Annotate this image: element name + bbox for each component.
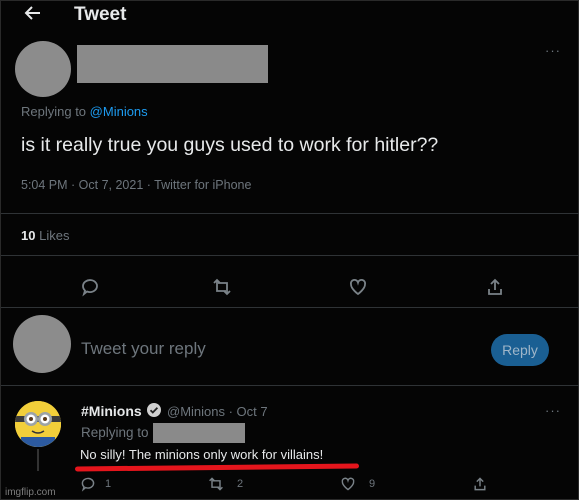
retweet-icon[interactable]	[211, 276, 233, 298]
avatar	[13, 315, 71, 373]
redacted-username	[153, 423, 245, 443]
reply-text: No silly! The minions only work for vill…	[80, 447, 324, 462]
minion-avatar[interactable]	[15, 401, 61, 447]
verified-badge-icon	[147, 403, 161, 417]
mention-link[interactable]: @Minions	[90, 104, 148, 119]
replying-prefix: Replying to	[21, 104, 87, 119]
reply-count: 1	[105, 478, 112, 490]
thread-line	[37, 449, 39, 471]
share-icon[interactable]	[484, 276, 506, 298]
share-icon[interactable]	[471, 475, 489, 493]
divider	[1, 255, 579, 256]
more-dots-icon[interactable]: ···	[545, 43, 561, 58]
reply-button[interactable]: Reply	[491, 334, 549, 366]
back-arrow-icon[interactable]	[21, 3, 45, 27]
more-dots-icon[interactable]: ···	[545, 403, 561, 418]
divider	[1, 385, 579, 386]
tweet-timestamp[interactable]: 5:04 PM · Oct 7, 2021 · Twitter for iPho…	[21, 178, 251, 192]
divider	[1, 213, 579, 214]
heart-icon[interactable]	[339, 475, 357, 493]
page-title: Tweet	[74, 4, 127, 25]
replying-to: Replying to @Minions	[21, 104, 148, 119]
reply-author-name[interactable]: #Minions	[81, 403, 142, 419]
likes-count: 10	[21, 228, 36, 243]
reply-icon[interactable]	[79, 276, 101, 298]
red-underline	[74, 463, 360, 472]
reply-icon[interactable]	[79, 475, 97, 493]
likes-stat[interactable]: 10 Likes	[21, 228, 69, 243]
tweet-text: is it really true you guys used to work …	[21, 134, 439, 156]
avatar[interactable]	[15, 41, 71, 97]
minion-logo-icon	[15, 401, 61, 447]
likes-label: Likes	[39, 228, 70, 243]
reply-input[interactable]: Tweet your reply	[81, 339, 206, 359]
heart-icon[interactable]	[347, 276, 369, 298]
tweet-page: Tweet ··· Replying to @Minions is it rea…	[0, 0, 579, 500]
retweet-count: 2	[237, 478, 244, 490]
watermark: imgflip.com	[5, 487, 56, 498]
redacted-author-name	[77, 45, 268, 83]
like-count: 9	[369, 478, 376, 490]
divider	[1, 307, 579, 308]
reply-handle-date[interactable]: @Minions · Oct 7	[167, 404, 268, 419]
retweet-icon[interactable]	[207, 475, 225, 493]
reply-replying-to: Replying to	[81, 425, 149, 440]
